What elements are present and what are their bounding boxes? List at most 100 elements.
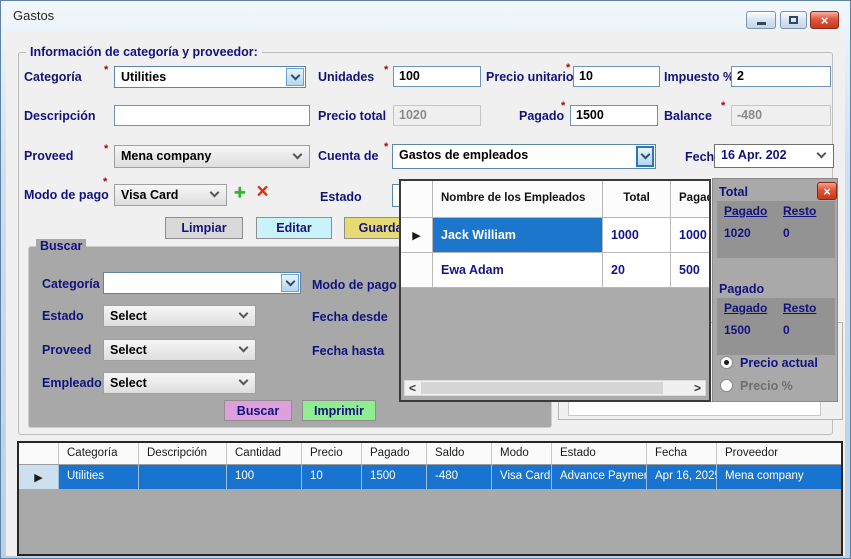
buscar-empleado-combobox[interactable]: Select bbox=[103, 372, 256, 394]
scroll-left-icon[interactable]: < bbox=[405, 381, 420, 395]
column-header[interactable]: Fecha bbox=[647, 443, 717, 465]
unidades-input[interactable]: 100 bbox=[393, 66, 481, 87]
imprimir-button[interactable]: Imprimir bbox=[302, 400, 376, 421]
popup-cell-name[interactable]: Jack William bbox=[433, 218, 603, 253]
popup-table-row[interactable]: Ewa Adam 20 500 bbox=[401, 253, 711, 288]
cell-precio[interactable]: 10 bbox=[302, 465, 362, 489]
popup-cell-total[interactable]: 20 bbox=[603, 253, 671, 288]
chevron-down-icon bbox=[239, 376, 249, 386]
scroll-right-icon[interactable]: > bbox=[690, 381, 705, 395]
popup-column-header[interactable]: Nombre de los Empleados bbox=[433, 181, 603, 218]
buscar-fecha-desde-label: Fecha desde bbox=[312, 310, 388, 324]
cell-cantidad[interactable]: 100 bbox=[227, 465, 302, 489]
balance-required-marker: * bbox=[721, 100, 725, 112]
limpiar-button[interactable]: Limpiar bbox=[165, 217, 243, 239]
cell-pagado[interactable]: 1500 bbox=[362, 465, 427, 489]
popup-row-selector[interactable] bbox=[401, 253, 433, 288]
proveed-combobox[interactable]: Mena company bbox=[114, 145, 310, 168]
table-row[interactable]: ▶ Utilities 100 10 1500 -480 Visa Card A… bbox=[19, 465, 841, 489]
notes-input[interactable] bbox=[568, 401, 821, 416]
cell-fecha[interactable]: Apr 16, 2025 bbox=[647, 465, 717, 489]
unidades-label: Unidades bbox=[318, 70, 374, 84]
cell-proveedor[interactable]: Mena company bbox=[717, 465, 841, 489]
summary-total-title: Total bbox=[719, 185, 748, 199]
cuenta-de-dropdown-button[interactable] bbox=[636, 146, 654, 167]
summary-total-pagado-value: 1020 bbox=[724, 226, 776, 240]
precio-pct-label: Precio % bbox=[740, 379, 793, 393]
add-payment-mode-icon[interactable]: + bbox=[234, 183, 246, 203]
proveed-required-marker: * bbox=[104, 143, 108, 155]
modo-de-pago-combobox[interactable]: Visa Card bbox=[114, 184, 227, 206]
row-selector[interactable]: ▶ bbox=[19, 465, 59, 489]
popup-column-header[interactable]: Total bbox=[603, 181, 671, 218]
popup-cell-pagado[interactable]: 1000 bbox=[671, 218, 711, 253]
buscar-empleado-label: Empleado bbox=[42, 376, 102, 390]
descripcion-label: Descripción bbox=[24, 109, 96, 123]
buscar-estado-combobox[interactable]: Select bbox=[103, 305, 256, 327]
descripcion-input[interactable] bbox=[114, 105, 310, 126]
employee-payments-popup[interactable]: Nombre de los Empleados Total Pagado ▶ J… bbox=[399, 179, 711, 402]
column-header[interactable]: Estado bbox=[552, 443, 647, 465]
precio-unitario-input[interactable]: 10 bbox=[573, 66, 660, 87]
cuenta-de-combobox[interactable]: Gastos de empleados bbox=[392, 144, 656, 169]
expenses-table-header-row: Categoría Descripción Cantidad Precio Pa… bbox=[19, 443, 841, 465]
delete-payment-mode-icon[interactable]: × bbox=[256, 181, 268, 202]
chevron-down-icon bbox=[239, 309, 249, 319]
cell-descripcion[interactable] bbox=[139, 465, 227, 489]
column-header[interactable]: Descripción bbox=[139, 443, 227, 465]
impuesto-input[interactable]: 2 bbox=[731, 66, 831, 87]
column-header[interactable]: Precio bbox=[302, 443, 362, 465]
minimize-button[interactable] bbox=[746, 11, 776, 29]
summary-pagado-table: Pagado 1500 Resto 0 bbox=[717, 298, 835, 355]
fecha-value: 16 Apr. 202 bbox=[721, 148, 787, 162]
column-header[interactable]: Cantidad bbox=[227, 443, 302, 465]
summary-col-resto: Resto bbox=[783, 301, 835, 315]
expenses-table[interactable]: Categoría Descripción Cantidad Precio Pa… bbox=[17, 441, 843, 556]
column-header[interactable]: Categoría bbox=[59, 443, 139, 465]
popup-header-row: Nombre de los Empleados Total Pagado bbox=[401, 181, 711, 218]
chevron-down-icon bbox=[640, 150, 650, 160]
proveed-value: Mena company bbox=[121, 149, 211, 163]
close-button[interactable]: × bbox=[810, 11, 839, 29]
buscar-proveed-combobox[interactable]: Select bbox=[103, 339, 256, 361]
selected-row-arrow-icon: ▶ bbox=[412, 229, 420, 242]
titlebar[interactable]: Gastos × bbox=[0, 0, 851, 31]
precio-pct-radio[interactable] bbox=[720, 379, 733, 392]
buscar-proveed-label: Proveed bbox=[42, 343, 91, 357]
buscar-button[interactable]: Buscar bbox=[224, 400, 292, 421]
precio-actual-radio[interactable] bbox=[720, 356, 733, 369]
balance-label: Balance bbox=[664, 109, 712, 123]
buscar-categoria-dropdown-button[interactable] bbox=[281, 274, 299, 292]
summary-total-resto-value: 0 bbox=[783, 226, 835, 240]
popup-horizontal-scrollbar[interactable]: < > bbox=[404, 380, 706, 396]
pagado-input[interactable]: 1500 bbox=[570, 105, 658, 126]
cell-saldo[interactable]: -480 bbox=[427, 465, 492, 489]
cell-modo[interactable]: Visa Card bbox=[492, 465, 552, 489]
fecha-datepicker[interactable]: 16 Apr. 202 bbox=[714, 144, 834, 168]
buscar-groupbox-title: Buscar bbox=[36, 239, 86, 253]
categoria-dropdown-button[interactable] bbox=[286, 68, 304, 86]
chevron-down-icon bbox=[210, 188, 220, 198]
column-header[interactable]: Proveedor bbox=[717, 443, 841, 465]
close-icon: × bbox=[823, 184, 831, 199]
categoria-combobox[interactable]: Utilities bbox=[114, 66, 306, 88]
scrollbar-thumb[interactable] bbox=[421, 382, 663, 394]
column-header[interactable]: Modo bbox=[492, 443, 552, 465]
popup-table-row[interactable]: ▶ Jack William 1000 1000 bbox=[401, 218, 711, 253]
popup-row-selector[interactable]: ▶ bbox=[401, 218, 433, 253]
column-header[interactable]: Pagado bbox=[362, 443, 427, 465]
column-header[interactable]: Saldo bbox=[427, 443, 492, 465]
popup-cell-pagado[interactable]: 500 bbox=[671, 253, 711, 288]
cell-categoria[interactable]: Utilities bbox=[59, 465, 139, 489]
cell-estado[interactable]: Advance Payment bbox=[552, 465, 647, 489]
buscar-categoria-combobox[interactable] bbox=[103, 272, 301, 294]
maximize-button[interactable] bbox=[780, 11, 807, 29]
panel-close-button[interactable]: × bbox=[817, 182, 837, 200]
popup-header-row-selector[interactable] bbox=[401, 181, 433, 218]
header-row-selector[interactable] bbox=[19, 443, 59, 465]
popup-column-header[interactable]: Pagado bbox=[671, 181, 711, 218]
editar-button[interactable]: Editar bbox=[256, 217, 332, 239]
summary-total-table: Pagado 1020 Resto 0 bbox=[717, 201, 835, 258]
popup-cell-name[interactable]: Ewa Adam bbox=[433, 253, 603, 288]
popup-cell-total[interactable]: 1000 bbox=[603, 218, 671, 253]
